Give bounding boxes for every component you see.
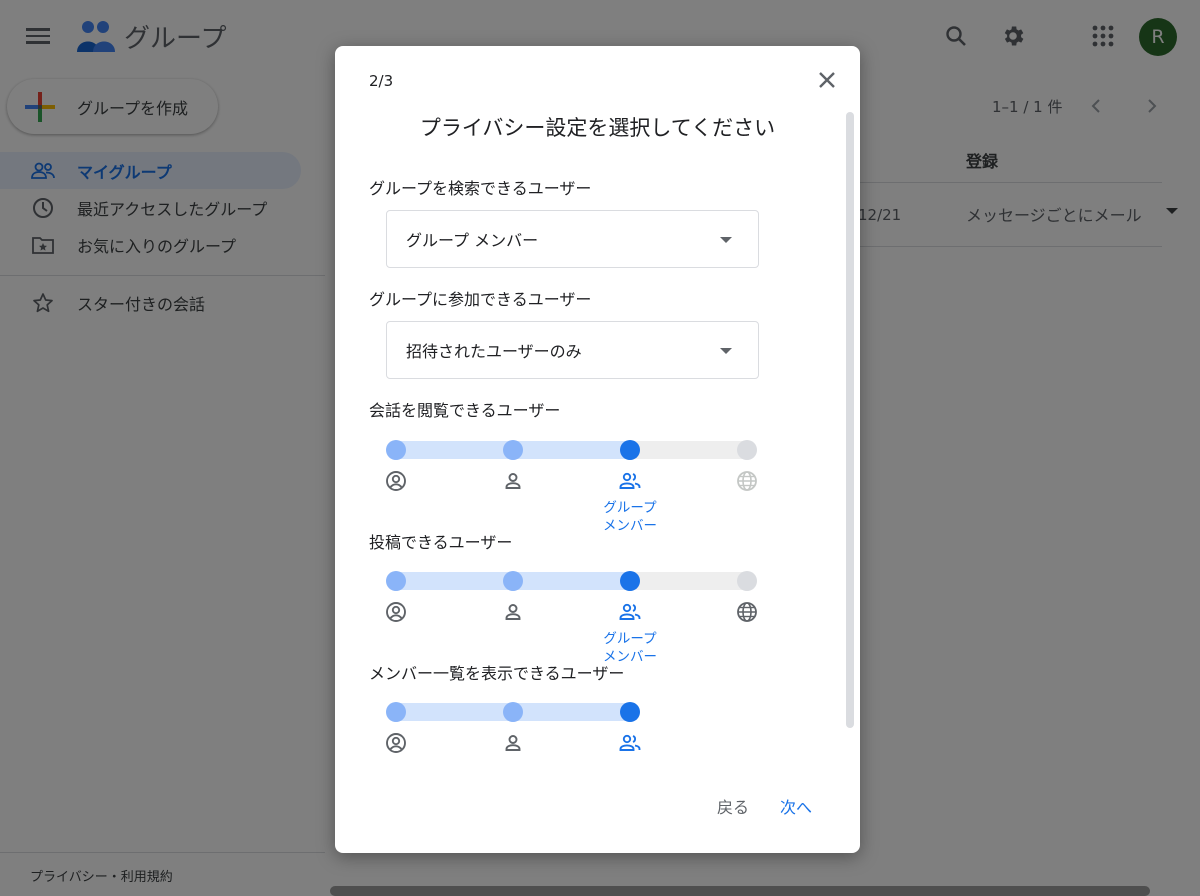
dialog-scrollbar[interactable] (846, 112, 854, 728)
group-icon[interactable] (619, 470, 641, 492)
next-button[interactable]: 次へ (780, 794, 812, 818)
slider-selected-label: グループ (585, 761, 675, 762)
dropdown-arrow-icon (720, 348, 732, 354)
slider-stop[interactable] (503, 571, 523, 591)
dialog-title: プライバシー設定を選択してください (419, 116, 776, 140)
search-visibility-label: グループを検索できるユーザー (369, 179, 592, 198)
group-icon[interactable] (619, 732, 641, 754)
person-icon[interactable] (502, 470, 524, 492)
dialog-footer: 戻る 次へ (335, 776, 860, 836)
post-permission-label: 投稿できるユーザー (369, 533, 513, 552)
slider-stop[interactable] (737, 440, 757, 460)
account-circle-icon[interactable] (385, 470, 407, 492)
slider-selected-label: グループ メンバー (603, 500, 657, 534)
back-button[interactable]: 戻る (717, 794, 749, 818)
dialog-content: プライバシー設定を選択してください グループを検索できるユーザー グループ メン… (335, 106, 840, 762)
slider-stop[interactable] (620, 702, 640, 722)
slider-stop[interactable] (386, 440, 406, 460)
globe-icon[interactable] (736, 470, 758, 492)
globe-icon[interactable] (736, 601, 758, 623)
post-permission-slider[interactable]: グループ メンバー (386, 560, 759, 670)
dropdown-arrow-icon (720, 237, 732, 243)
group-icon[interactable] (619, 601, 641, 623)
slider-stop[interactable] (503, 702, 523, 722)
person-icon[interactable] (502, 732, 524, 754)
view-conversations-label: 会話を閲覧できるユーザー (369, 401, 561, 420)
join-permission-select[interactable]: 招待されたユーザーのみ (386, 321, 759, 379)
slider-stop[interactable] (620, 440, 640, 460)
slider-stop[interactable] (386, 571, 406, 591)
search-visibility-value: グループ メンバー (406, 231, 539, 250)
close-icon[interactable] (815, 68, 839, 92)
slider-stop[interactable] (737, 571, 757, 591)
slider-stop[interactable] (503, 440, 523, 460)
step-indicator: 2/3 (369, 72, 394, 90)
join-permission-value: 招待されたユーザーのみ (406, 342, 582, 361)
privacy-settings-dialog: 2/3 プライバシー設定を選択してください グループを検索できるユーザー グルー… (335, 46, 860, 853)
slider-stop[interactable] (620, 571, 640, 591)
search-visibility-select[interactable]: グループ メンバー (386, 210, 759, 268)
person-icon[interactable] (502, 601, 524, 623)
view-members-label: メンバー一覧を表示できるユーザー (369, 664, 625, 683)
account-circle-icon[interactable] (385, 601, 407, 623)
view-members-slider[interactable]: グループ (386, 691, 759, 762)
join-permission-label: グループに参加できるユーザー (369, 290, 592, 309)
account-circle-icon[interactable] (385, 732, 407, 754)
slider-stop[interactable] (386, 702, 406, 722)
view-conversations-slider[interactable]: グループ メンバー (386, 429, 759, 539)
